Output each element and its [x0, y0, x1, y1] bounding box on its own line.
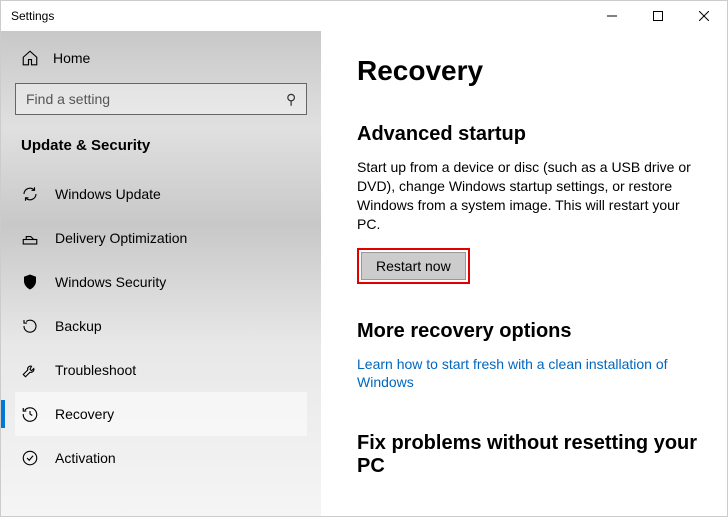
content-area: Home ⚲ Update & Security Windows Update	[1, 31, 727, 516]
advanced-startup-heading: Advanced startup	[357, 123, 701, 146]
sidebar-item-label: Windows Security	[55, 274, 166, 290]
search-input[interactable]	[26, 91, 286, 107]
home-icon	[21, 49, 39, 67]
sidebar-item-label: Activation	[55, 450, 116, 466]
search-box[interactable]: ⚲	[15, 83, 307, 115]
delivery-icon	[21, 229, 39, 247]
sidebar-item-activation[interactable]: Activation	[15, 436, 307, 480]
more-recovery-heading: More recovery options	[357, 320, 701, 343]
sidebar: Home ⚲ Update & Security Windows Update	[1, 31, 321, 516]
home-nav[interactable]: Home	[15, 31, 307, 83]
wrench-icon	[21, 361, 39, 379]
sync-icon	[21, 185, 39, 203]
sidebar-item-label: Delivery Optimization	[55, 230, 187, 246]
sidebar-item-windows-update[interactable]: Windows Update	[15, 172, 307, 216]
sidebar-item-backup[interactable]: Backup	[15, 304, 307, 348]
restart-now-button[interactable]: Restart now	[361, 252, 466, 280]
titlebar: Settings	[1, 1, 727, 31]
maximize-button[interactable]	[635, 1, 681, 31]
recovery-icon	[21, 405, 39, 423]
sidebar-item-troubleshoot[interactable]: Troubleshoot	[15, 348, 307, 392]
shield-icon	[21, 273, 39, 291]
close-button[interactable]	[681, 1, 727, 31]
maximize-icon	[653, 11, 663, 21]
home-label: Home	[53, 50, 90, 66]
nav-list: Windows Update Delivery Optimization Win…	[15, 172, 307, 480]
highlight-box: Restart now	[357, 248, 470, 284]
fresh-start-link[interactable]: Learn how to start fresh with a clean in…	[357, 355, 701, 393]
category-heading: Update & Security	[15, 115, 307, 166]
backup-icon	[21, 317, 39, 335]
activation-icon	[21, 449, 39, 467]
sidebar-item-label: Windows Update	[55, 186, 161, 202]
sidebar-item-windows-security[interactable]: Windows Security	[15, 260, 307, 304]
sidebar-item-delivery-optimization[interactable]: Delivery Optimization	[15, 216, 307, 260]
sidebar-item-label: Troubleshoot	[55, 362, 136, 378]
minimize-button[interactable]	[589, 1, 635, 31]
advanced-startup-desc: Start up from a device or disc (such as …	[357, 158, 701, 234]
page-title: Recovery	[357, 55, 701, 87]
main-panel: Recovery Advanced startup Start up from …	[321, 31, 727, 516]
search-icon: ⚲	[286, 91, 296, 108]
fix-problems-heading: Fix problems without resetting your PC	[357, 432, 701, 478]
window-title: Settings	[1, 9, 54, 23]
minimize-icon	[607, 11, 617, 21]
settings-window: Settings Home ⚲ Update & Security	[0, 0, 728, 517]
sidebar-item-label: Recovery	[55, 406, 114, 422]
close-icon	[699, 11, 709, 21]
sidebar-item-recovery[interactable]: Recovery	[15, 392, 307, 436]
sidebar-item-label: Backup	[55, 318, 102, 334]
